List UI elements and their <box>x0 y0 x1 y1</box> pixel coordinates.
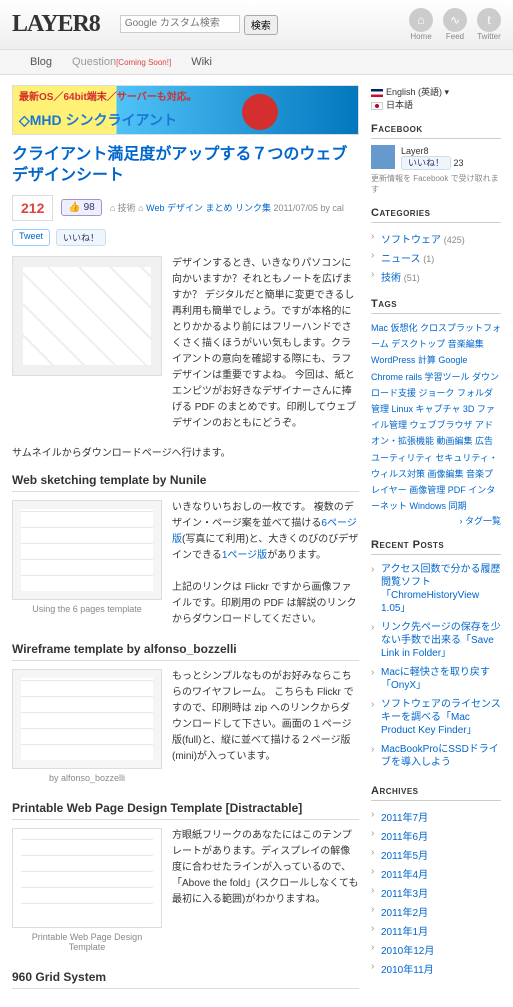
tweet-button[interactable]: Tweet <box>12 229 50 246</box>
section-block: Printable Web Page Design Template 方眼紙フリ… <box>12 828 359 956</box>
fb-subtext: 更新情報を Facebook で受け取れます <box>371 173 501 195</box>
archive-item[interactable]: 2011年4月 <box>371 864 501 883</box>
archive-item[interactable]: 2011年3月 <box>371 883 501 902</box>
fb-like-chip[interactable]: いいね！ <box>401 156 451 170</box>
fb-like-button[interactable]: いいね！ <box>56 229 106 246</box>
category-item[interactable]: ニュース (1) <box>371 248 501 267</box>
article-meta-row: 212 👍 98 ⌂ 技術 ⌂ Web デザイン まとめ リンク集 2011/0… <box>12 195 359 221</box>
site-logo[interactable]: LAYER8 <box>12 11 100 38</box>
section-heading: Wireframe template by alfonso_bozzelli <box>12 642 359 661</box>
language-switch: English (英語) ▾ 日本語 <box>371 85 501 111</box>
sidebar: English (英語) ▾ 日本語 Facebook Layer8 いいね！ … <box>371 85 501 997</box>
link-1page[interactable]: 1ページ版 <box>222 550 267 561</box>
home-icon[interactable]: ⌂Home <box>409 8 433 41</box>
social-buttons: Tweet いいね！ <box>12 229 359 246</box>
recent-post-item[interactable]: Macに軽快さを取り戻す「OnyX」 <box>371 664 501 696</box>
nav-blog[interactable]: Blog <box>30 56 52 68</box>
sidebar-heading-facebook: Facebook <box>371 123 501 139</box>
meta-category-link[interactable]: Web デザイン まとめ リンク集 <box>146 203 271 213</box>
site-header: LAYER8 検索 ⌂Home ∿Feed tTwitter <box>0 0 513 50</box>
nav-question: Question[Coming Soon!] <box>72 56 171 68</box>
lang-japanese[interactable]: 日本語 <box>371 98 501 111</box>
archive-item[interactable]: 2010年11月 <box>371 959 501 978</box>
flag-japanese-icon <box>371 102 383 110</box>
main-column: 最新OS／64bit端末／サーバーも対応。 ◇MHD シンクライアント クライア… <box>12 85 359 997</box>
article-meta: ⌂ 技術 ⌂ Web デザイン まとめ リンク集 2011/07/05 by c… <box>110 201 344 214</box>
intro-text: デザインするとき、いきなりパソコンに向かいますか？それともノートを広げますか？ … <box>172 256 359 432</box>
section-body: いきなりいちおしの一枚です。 複数のデザイン・ページ案を並べて描ける6ページ版(… <box>172 500 359 628</box>
main-nav: Blog Question[Coming Soon!] Wiki <box>0 50 513 75</box>
lang-english[interactable]: English (英語) ▾ <box>371 85 501 98</box>
section-body: 方眼紙フリークのあなたにはこのテンプレートがあります。ディスプレイの解像度に合わ… <box>172 828 359 956</box>
section-heading: Web sketching template by Nunile <box>12 473 359 492</box>
fb-like-count: 23 <box>454 158 464 168</box>
recent-post-item[interactable]: リンク先ページの保存を少ない手数で出来る「Save Link in Folder… <box>371 619 501 664</box>
section-heading: Printable Web Page Design Template [Dist… <box>12 801 359 820</box>
category-list: ソフトウェア (425) ニュース (1) 技術 (51) <box>371 229 501 286</box>
search-input[interactable] <box>120 15 240 33</box>
flag-english-icon <box>371 89 383 97</box>
search-box: 検索 <box>120 15 278 35</box>
archives-list: 2011年7月 2011年6月 2011年5月 2011年4月 2011年3月 … <box>371 807 501 978</box>
article-intro: デザインするとき、いきなりパソコンに向かいますか？それともノートを広げますか？ … <box>12 256 359 432</box>
fb-avatar <box>371 145 395 169</box>
section-caption: Using the 6 pages template <box>12 600 162 618</box>
intro-image[interactable] <box>12 256 162 376</box>
section-caption: by alfonso_bozzelli <box>12 769 162 787</box>
fb-page-name: Layer8 <box>401 146 464 156</box>
facebook-widget[interactable]: Layer8 いいね！ 23 <box>371 145 501 169</box>
section-thumb[interactable]: by alfonso_bozzelli <box>12 669 162 787</box>
search-button[interactable]: 検索 <box>244 15 278 35</box>
recent-post-item[interactable]: ソフトウェアのライセンスキーを調べる「Mac Product Key Finde… <box>371 696 501 741</box>
archive-item[interactable]: 2010年12月 <box>371 940 501 959</box>
feed-icon[interactable]: ∿Feed <box>443 8 467 41</box>
section-thumb[interactable]: Printable Web Page Design Template <box>12 828 162 956</box>
nav-wiki[interactable]: Wiki <box>191 56 212 68</box>
bookmark-count[interactable]: 212 <box>12 195 53 221</box>
recent-posts-list: アクセス回数で分かる履歴閲覧ソフト「ChromeHistoryView 1.05… <box>371 561 501 773</box>
thumbnail-note: サムネイルからダウンロードページへ行けます。 <box>12 444 359 459</box>
tags-more-link[interactable]: › タグ一覧 <box>371 514 501 527</box>
section-thumb[interactable]: Using the 6 pages template <box>12 500 162 628</box>
archive-item[interactable]: 2011年5月 <box>371 845 501 864</box>
section-caption: Printable Web Page Design Template <box>12 928 162 956</box>
sidebar-heading-archives: Archives <box>371 785 501 801</box>
section-heading: 960 Grid System <box>12 970 359 989</box>
tag-cloud[interactable]: Mac 仮想化 クロスプラットフォーム デスクトップ 音楽編集 WordPres… <box>371 320 501 514</box>
ad-banner[interactable]: 最新OS／64bit端末／サーバーも対応。 ◇MHD シンクライアント <box>12 85 359 135</box>
section-body: もっとシンプルなものがお好みならこちらのワイヤフレーム。 こちらも Flickr… <box>172 669 359 787</box>
recent-post-item[interactable]: MacBookProにSSDドライブを導入しよう <box>371 741 501 773</box>
article-title: クライアント満足度がアップする７つのウェブデザインシート <box>12 145 359 187</box>
header-icons: ⌂Home ∿Feed tTwitter <box>409 8 501 41</box>
banner-badge-icon <box>242 94 278 130</box>
sidebar-heading-categories: Categories <box>371 207 501 223</box>
section-block: by alfonso_bozzelli もっとシンプルなものがお好みならこちらの… <box>12 669 359 787</box>
sidebar-heading-tags: Tags <box>371 298 501 314</box>
archive-item[interactable]: 2011年6月 <box>371 826 501 845</box>
archive-item[interactable]: 2011年1月 <box>371 921 501 940</box>
like-button[interactable]: 👍 98 <box>61 199 101 216</box>
archive-item[interactable]: 2011年2月 <box>371 902 501 921</box>
category-item[interactable]: 技術 (51) <box>371 267 501 286</box>
sidebar-heading-recent: Recent Posts <box>371 539 501 555</box>
category-item[interactable]: ソフトウェア (425) <box>371 229 501 248</box>
section-block: Using the 6 pages template いきなりいちおしの一枚です… <box>12 500 359 628</box>
twitter-icon[interactable]: tTwitter <box>477 8 501 41</box>
recent-post-item[interactable]: アクセス回数で分かる履歴閲覧ソフト「ChromeHistoryView 1.05… <box>371 561 501 619</box>
archive-item[interactable]: 2011年7月 <box>371 807 501 826</box>
banner-brand: ◇MHD シンクライアント <box>19 110 177 130</box>
banner-headline: 最新OS／64bit端末／サーバーも対応。 <box>19 88 197 103</box>
